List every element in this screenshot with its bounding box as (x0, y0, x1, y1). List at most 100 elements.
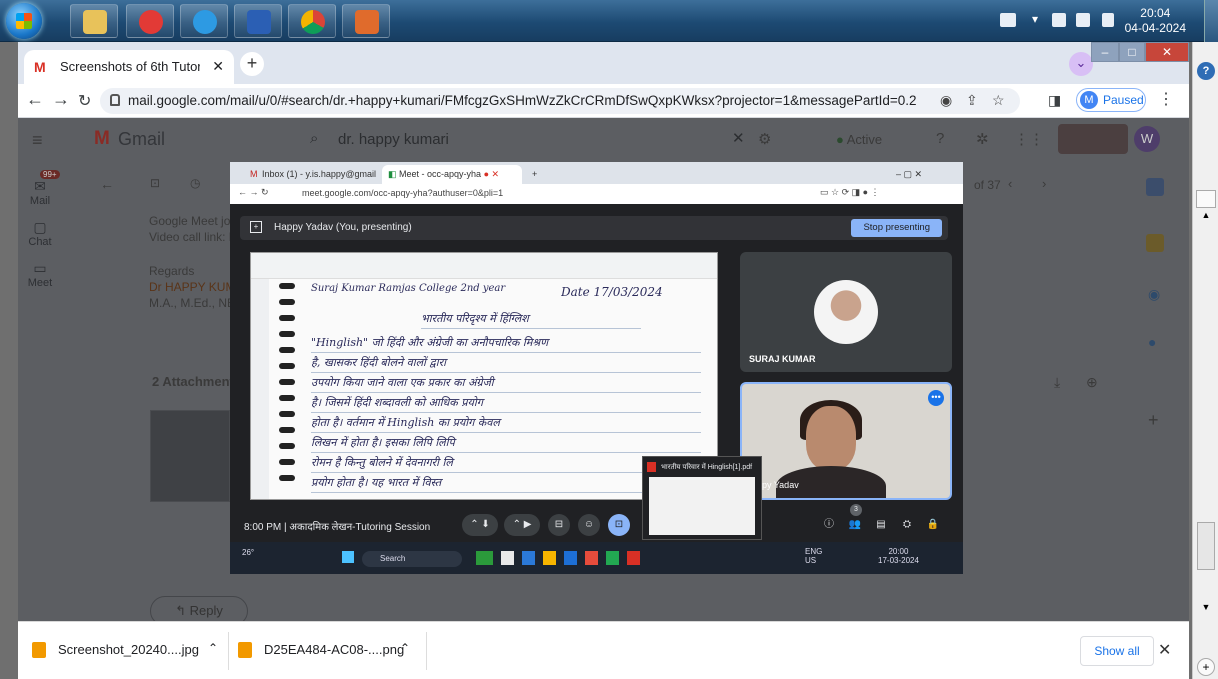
bookmark-star-icon[interactable]: ☆ (992, 92, 1005, 109)
reload-icon[interactable]: ↻ (78, 91, 91, 111)
help-icon[interactable]: ? (936, 130, 944, 147)
attachment-thumbnail[interactable] (150, 410, 230, 502)
status-text: Active (846, 132, 883, 147)
filter-icon[interactable]: ⚙ (758, 130, 771, 148)
taskbar-word[interactable] (234, 4, 282, 38)
taskbar-ie[interactable] (180, 4, 228, 38)
menu-icon[interactable]: ≡ (32, 130, 43, 151)
chevron-up-icon[interactable]: ⌃ (208, 641, 218, 655)
activities-icon: ⛭ (903, 519, 911, 530)
inner-windows-taskbar: 26° Search ENG US 20:00 17-03-2024 (230, 542, 963, 574)
scrollbar-thumb[interactable] (1197, 522, 1215, 570)
search-icon: ⌕ (310, 130, 319, 147)
stop-presenting-button: Stop presenting (851, 219, 942, 237)
download-item[interactable]: D25EA484-AC08-....png ⌃ (238, 638, 428, 664)
keep-icon[interactable] (1146, 234, 1164, 252)
sidepanel-icon[interactable]: ◨ (1048, 92, 1061, 109)
system-clock[interactable]: 20:04 04-04-2024 (1125, 6, 1186, 36)
tab-gmail[interactable]: M Screenshots of 6th Tutoring sessi ✕ (24, 50, 234, 84)
maximize-button[interactable]: □ (1119, 42, 1145, 62)
back-icon[interactable]: ← (26, 89, 44, 110)
scroll-down-icon[interactable]: ▼ (1196, 602, 1216, 620)
body-line: Regards (149, 264, 195, 278)
note-line: उपयोग किया जाने वाला एक प्रकार का अंग्रे… (311, 375, 701, 393)
body-line: Google Meet jo (149, 214, 231, 228)
inner-lang: ENG US (805, 547, 822, 565)
search-box[interactable]: ⌕ dr. happy kumari ✕ (302, 126, 752, 156)
close-downloads-icon[interactable]: ✕ (1158, 640, 1171, 660)
tasks-icon[interactable]: ◉ (1148, 286, 1160, 303)
attachments-heading: 2 Attachment (152, 374, 234, 389)
system-tray: ▾ 20:04 04-04-2024 (978, 0, 1218, 42)
new-tab-button[interactable]: + (240, 52, 264, 76)
tray-expand-icon[interactable]: ▾ (1032, 12, 1040, 26)
back-to-list-icon[interactable]: ← (100, 176, 114, 192)
menu-dots-icon[interactable]: ⋮ (1158, 89, 1174, 109)
chat-nav[interactable]: ▢ Chat (18, 219, 62, 248)
meet-nav[interactable]: ▭ Meet (18, 260, 62, 289)
next-icon[interactable]: › (1042, 176, 1046, 191)
clear-search-icon[interactable]: ✕ (732, 129, 745, 147)
gmail-logo-icon: M (94, 128, 110, 149)
apps-grid-icon[interactable]: ⋮⋮ (1014, 130, 1044, 148)
share-icon[interactable]: ⇪ (966, 92, 978, 109)
notebook-rings (279, 283, 297, 499)
chat-icon: ▢ (33, 219, 47, 235)
taskbar-opera[interactable] (126, 4, 174, 38)
signal-icon[interactable] (1076, 13, 1090, 27)
power-icon[interactable] (1102, 13, 1114, 27)
mail-icon: ✉ (34, 178, 46, 194)
prev-icon[interactable]: ‹ (1008, 176, 1012, 191)
gmail-product: Gmail (118, 129, 166, 149)
taskbar-explorer[interactable] (70, 4, 118, 38)
snooze-icon[interactable]: ◷ (190, 176, 200, 190)
zoom-in-icon[interactable]: + (1197, 658, 1215, 676)
inner-region: US (805, 556, 817, 565)
message-counter: of 37 (974, 178, 1001, 192)
mail-nav[interactable]: 99+ ✉ Mail (18, 170, 62, 207)
inner-clock-time: 20:00 (888, 547, 909, 556)
download-all-icon[interactable]: ⤓ (1054, 374, 1060, 391)
close-window-button[interactable]: ✕ (1145, 42, 1189, 62)
start-button[interactable] (6, 3, 42, 39)
network-icon[interactable] (1000, 13, 1016, 27)
image-viewer-screenshot[interactable]: M Inbox (1) - y.is.happy@gmail.cc ◧ Meet… (230, 162, 963, 574)
minimize-button[interactable]: – (1091, 42, 1119, 62)
org-logo-icon (1058, 124, 1128, 154)
profile-status: Paused (1103, 93, 1144, 107)
taskbar-app[interactable] (342, 4, 390, 38)
eye-icon[interactable]: ◉ (940, 92, 952, 109)
show-all-button[interactable]: Show all (1080, 636, 1154, 666)
participant-name: py Yadav (762, 480, 799, 490)
browser-toolbar: ← → ↻ mail.google.com/mail/u/0/#search/d… (18, 84, 1189, 118)
chevron-up-icon[interactable]: ⌃ (400, 641, 410, 655)
search-input[interactable]: dr. happy kumari (338, 131, 449, 148)
add-to-drive-icon[interactable]: ⊕ (1086, 374, 1098, 391)
address-bar[interactable]: mail.google.com/mail/u/0/#search/dr.+hap… (100, 88, 1020, 114)
participant-tile-happy: ••• py Yadav (740, 382, 952, 500)
show-desktop-button[interactable] (1204, 0, 1218, 42)
tab-close-icon[interactable]: ✕ (212, 58, 224, 75)
add-addon-icon[interactable]: + (1148, 410, 1159, 431)
scroll-top-button[interactable] (1196, 190, 1216, 208)
chat-icon: ▤ (876, 519, 886, 530)
volume-icon[interactable] (1052, 13, 1066, 27)
inner-url: meet.google.com/occ-apqy-yha?authuser=0&… (302, 188, 504, 198)
avatar: M (1080, 91, 1098, 109)
status-badge[interactable]: ● Active (836, 132, 882, 147)
help-icon[interactable]: ? (1197, 62, 1215, 80)
settings-gear-icon[interactable]: ✲ (976, 130, 989, 148)
window-scrollbar[interactable]: ? ▲ ▼ + (1192, 42, 1218, 679)
chevron-down-icon[interactable]: ⌄ (1069, 52, 1093, 76)
download-item[interactable]: Screenshot_20240....jpg ⌃ (32, 638, 222, 664)
forward-icon[interactable]: → (52, 89, 70, 110)
contacts-icon[interactable]: ● (1148, 334, 1156, 350)
archive-icon[interactable]: ⊡ (150, 176, 160, 190)
account-avatar[interactable]: W (1134, 126, 1160, 152)
profile-button[interactable]: M Paused (1076, 88, 1146, 112)
camera-button: ⌃ ▶ (504, 514, 540, 536)
taskbar-chrome[interactable] (288, 4, 336, 38)
scroll-up-icon[interactable]: ▲ (1196, 210, 1216, 228)
calendar-icon[interactable] (1146, 178, 1164, 196)
present-now-icon: ⊡ (608, 514, 630, 536)
